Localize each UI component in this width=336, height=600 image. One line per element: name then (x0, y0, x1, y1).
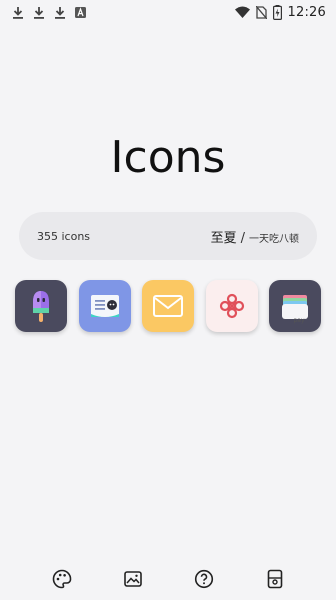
wallpaper-icon[interactable] (121, 567, 145, 591)
status-right: 12:26 (234, 4, 326, 20)
wallet-pay-app-icon[interactable]: pay (269, 280, 321, 332)
reader-app-icon[interactable] (78, 280, 131, 332)
wallet-pay-label: pay (293, 316, 305, 324)
icon-preview-row: pay (15, 280, 321, 332)
help-icon[interactable] (192, 567, 216, 591)
wifi-icon (234, 6, 250, 18)
download-icon (54, 6, 66, 19)
apply-icon[interactable] (263, 567, 287, 591)
download-icon (33, 6, 45, 19)
battery-charging-icon (272, 4, 282, 20)
china-unicom-app-icon[interactable] (205, 280, 258, 332)
page-title: Icons (110, 132, 226, 183)
bottom-nav (0, 566, 336, 592)
palette-icon[interactable] (50, 567, 74, 591)
author-name: 至夏 (210, 230, 237, 246)
mail-app-icon[interactable] (142, 280, 194, 332)
author-separator: / (240, 230, 245, 246)
a-notification-icon (75, 6, 86, 18)
status-left (12, 6, 86, 19)
download-icon (12, 6, 24, 19)
popsicle-app-icon[interactable] (15, 280, 67, 332)
no-sim-icon (255, 5, 267, 19)
author-info: 至夏 / 一天吃八顿 (211, 227, 299, 246)
icon-count: 355 icons (37, 229, 91, 243)
author-tag: 一天吃八顿 (249, 233, 299, 245)
status-bar: 12:26 (0, 0, 336, 24)
info-pill: 355 icons 至夏 / 一天吃八顿 (19, 212, 317, 260)
status-time: 12:26 (287, 4, 326, 20)
